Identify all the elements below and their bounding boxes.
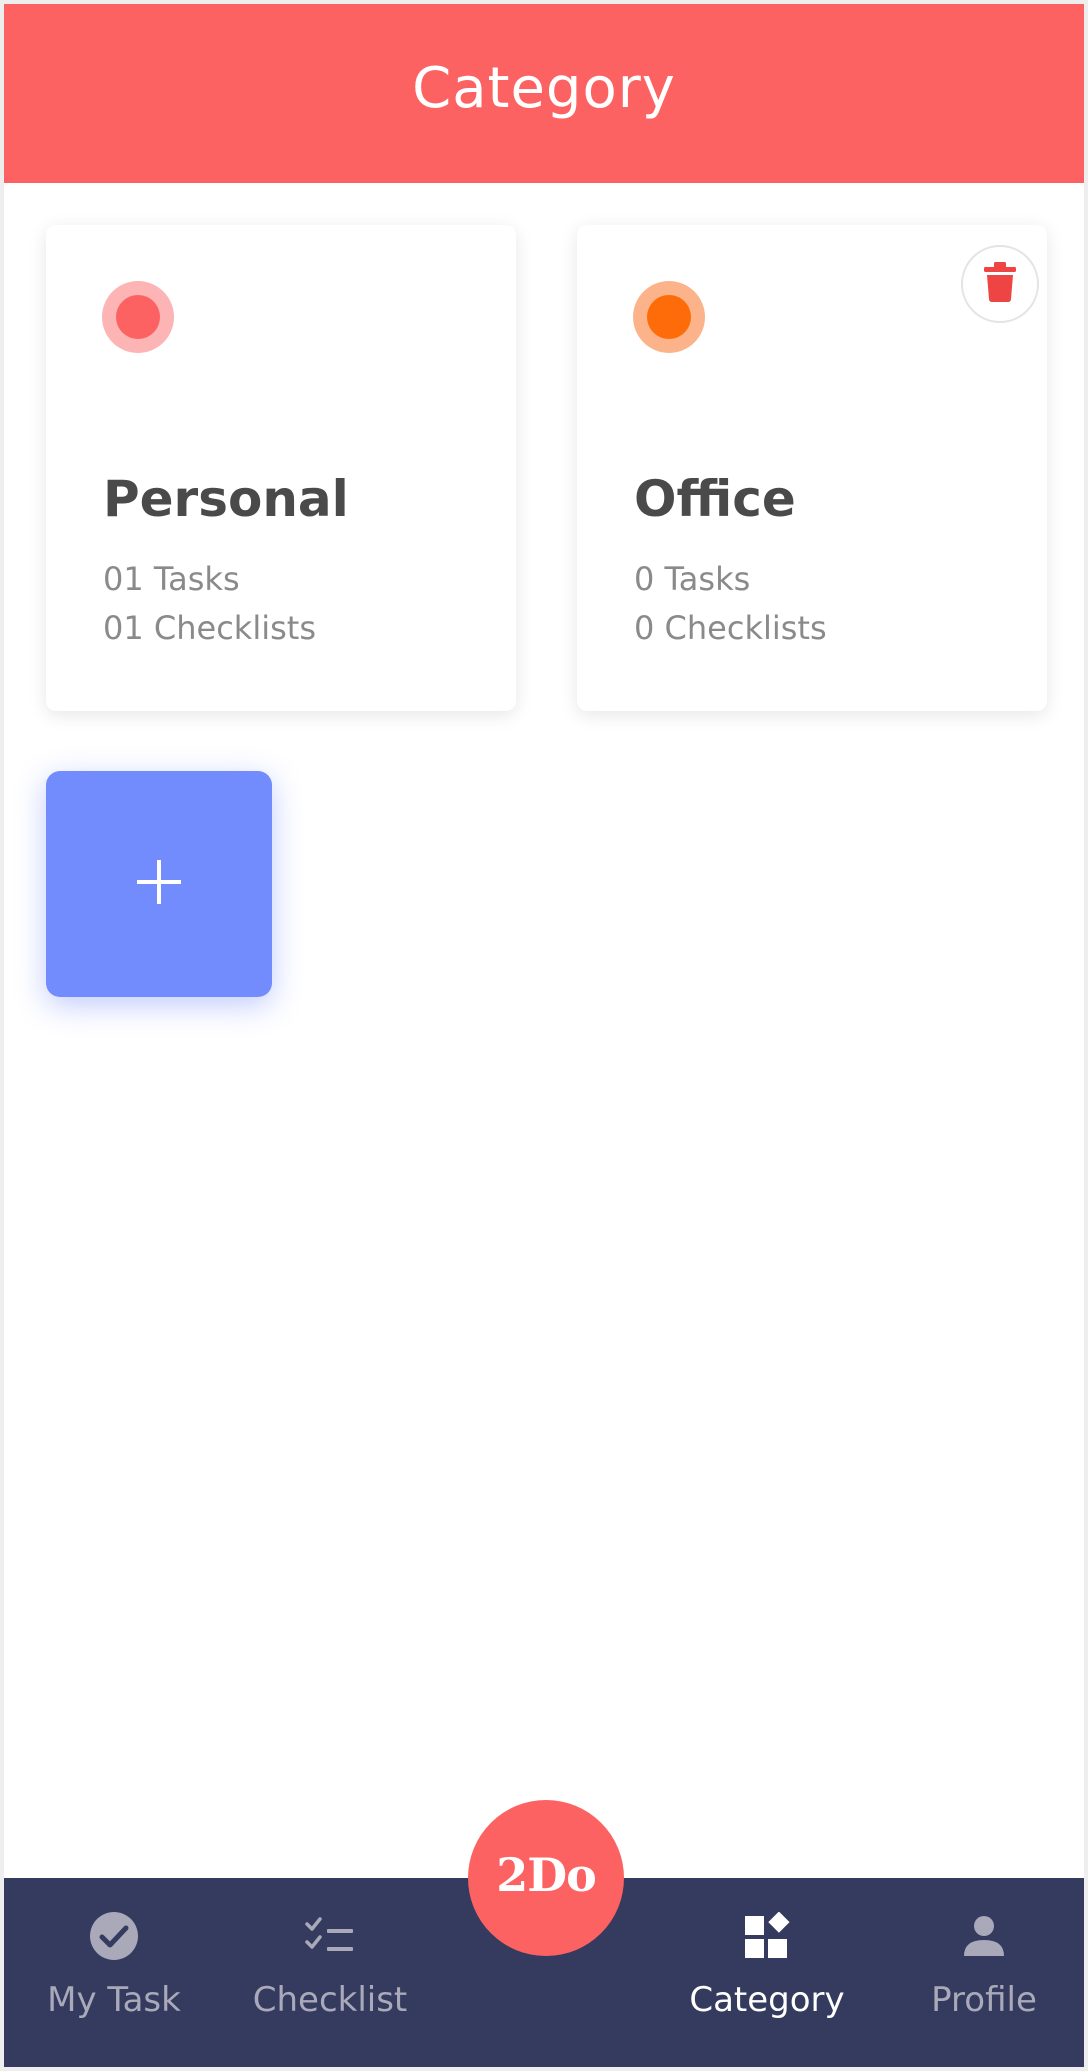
category-name: Office xyxy=(634,470,796,528)
nav-label: Category xyxy=(689,1980,845,2020)
nav-item-profile[interactable]: Profile xyxy=(894,1878,1074,2067)
category-checklist-count: 0 Checklists xyxy=(634,609,827,647)
category-checklist-count: 01 Checklists xyxy=(103,609,316,647)
check-circle-icon xyxy=(86,1908,142,1964)
category-color-dot xyxy=(633,281,705,353)
app-header: Category xyxy=(4,4,1084,183)
plus-icon xyxy=(137,860,181,908)
category-color-dot xyxy=(102,281,174,353)
nav-item-checklist[interactable]: Checklist xyxy=(240,1878,420,2067)
page-title: Category xyxy=(412,56,676,121)
category-card-personal[interactable]: Personal 01 Tasks 01 Checklists xyxy=(46,225,516,711)
add-category-button[interactable] xyxy=(46,771,272,997)
nav-item-category[interactable]: Category xyxy=(667,1878,867,2067)
person-icon xyxy=(956,1908,1012,1964)
nav-label: Profile xyxy=(931,1980,1037,2020)
trash-icon xyxy=(984,262,1016,306)
checklist-icon xyxy=(302,1908,358,1964)
category-icon xyxy=(739,1908,795,1964)
category-name: Personal xyxy=(103,470,349,528)
category-task-count: 01 Tasks xyxy=(103,560,240,598)
app-logo: 2Do xyxy=(496,1848,597,1902)
nav-label: Checklist xyxy=(252,1980,408,2020)
delete-category-button[interactable] xyxy=(961,245,1039,323)
nav-label: My Task xyxy=(47,1980,181,2020)
category-task-count: 0 Tasks xyxy=(634,560,751,598)
nav-item-my-task[interactable]: My Task xyxy=(24,1878,204,2067)
app-screen: Category Personal 01 Tasks 01 Checklists… xyxy=(4,4,1084,2067)
app-logo-button[interactable]: 2Do xyxy=(468,1800,624,1956)
category-card-office[interactable]: Office 0 Tasks 0 Checklists xyxy=(577,225,1047,711)
